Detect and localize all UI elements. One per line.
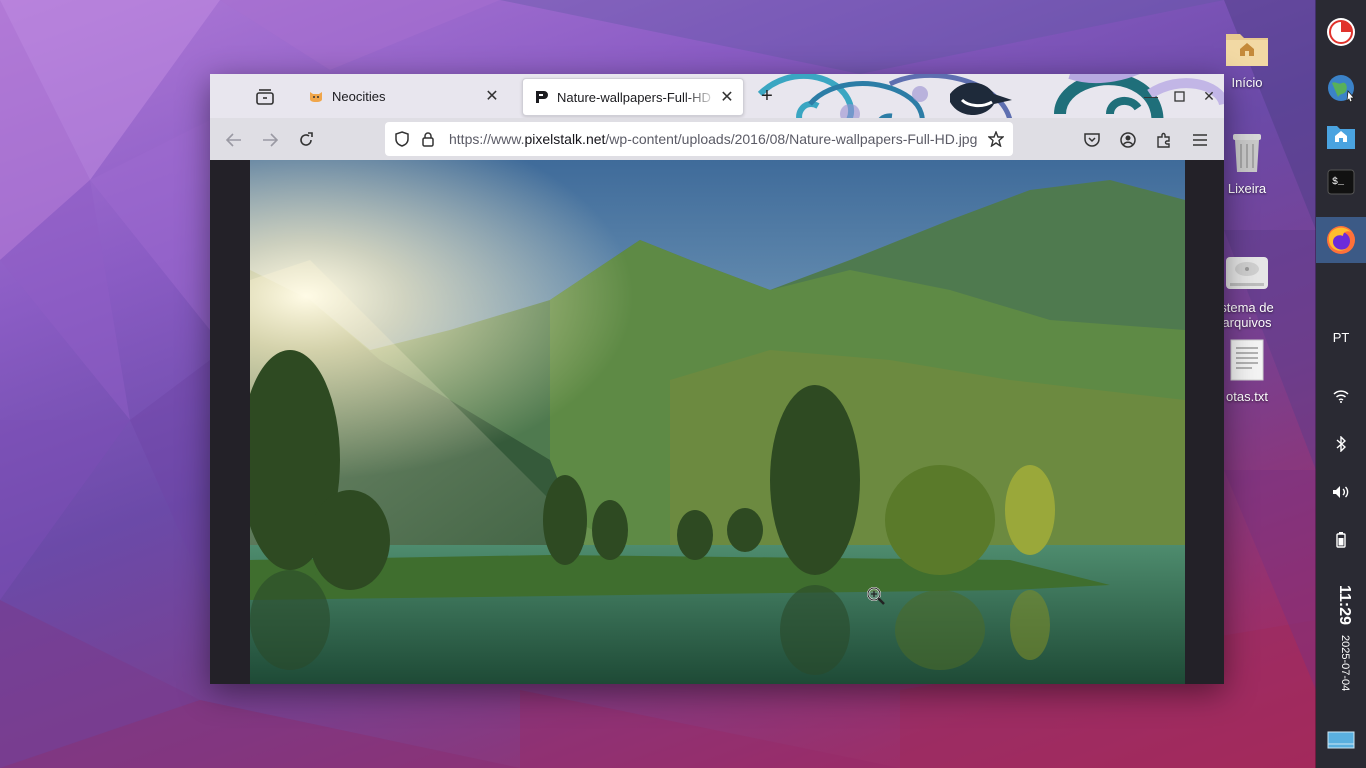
show-desktop-icon — [1327, 731, 1355, 749]
url-text: https://www.pixelstalk.net/wp-content/up… — [449, 131, 985, 147]
tracking-protection-shield-icon[interactable] — [391, 128, 413, 150]
wallpaper-image[interactable] — [250, 160, 1185, 684]
tab-nature-wallpapers[interactable]: Nature-wallpapers-Full-HD ✕ — [522, 78, 744, 116]
puzzle-piece-icon — [1157, 132, 1170, 148]
firefox-icon — [1327, 226, 1355, 254]
account-icon — [1120, 132, 1136, 148]
drive-icon — [1226, 257, 1268, 289]
dock-wifi[interactable] — [1316, 374, 1366, 418]
svg-text:$_: $_ — [1332, 176, 1345, 188]
forward-arrow-icon — [263, 133, 278, 147]
back-button[interactable] — [222, 128, 246, 152]
pocket-icon — [1084, 133, 1100, 147]
volume-icon — [1333, 486, 1349, 498]
home-folder-icon — [1327, 126, 1355, 149]
page-content — [210, 160, 1224, 684]
browser-window: Neocities ✕ Nature-wallpapers-Full-HD ✕ … — [210, 74, 1224, 684]
extensions-button[interactable] — [1152, 128, 1176, 152]
close-tab-icon[interactable]: ✕ — [482, 86, 502, 106]
dock-timer-app[interactable] — [1316, 10, 1366, 54]
dock-battery[interactable] — [1316, 518, 1366, 562]
menu-button[interactable] — [1188, 128, 1212, 152]
trash-icon — [1233, 134, 1261, 172]
zoom-in-cursor-icon — [867, 587, 885, 605]
forward-button[interactable] — [258, 128, 282, 152]
bluetooth-icon — [1336, 436, 1346, 452]
dock-bluetooth[interactable] — [1316, 422, 1366, 466]
pie-timer-icon — [1327, 18, 1355, 46]
close-tab-icon[interactable]: ✕ — [717, 87, 737, 107]
close-window-button[interactable]: ✕ — [1198, 85, 1220, 107]
tab-bar: Neocities ✕ Nature-wallpapers-Full-HD ✕ … — [210, 74, 1224, 118]
terminal-icon: $_ — [1327, 169, 1355, 195]
dock-firefox[interactable] — [1316, 217, 1366, 263]
maximize-button[interactable] — [1168, 85, 1190, 107]
url-prefix: https://www. — [449, 131, 525, 147]
dock-show-desktop[interactable] — [1316, 718, 1366, 762]
navigation-toolbar: https://www.pixelstalk.net/wp-content/up… — [210, 118, 1224, 160]
tab-title: Nature-wallpapers-Full-HD — [557, 89, 711, 105]
back-arrow-icon — [226, 133, 241, 147]
clock-date: 2025-07-04 — [1339, 635, 1351, 692]
hamburger-menu-icon — [1193, 134, 1207, 146]
reload-button[interactable] — [294, 128, 318, 152]
side-dock: $_ PT 11:29 2025-07-04 — [1316, 0, 1366, 768]
battery-icon — [1336, 532, 1346, 548]
home-folder-icon — [1226, 34, 1268, 66]
globe-icon — [1328, 75, 1355, 103]
new-tab-button[interactable]: + — [756, 85, 778, 107]
bookmark-star-icon[interactable] — [985, 128, 1007, 150]
account-button[interactable] — [1116, 128, 1140, 152]
keyboard-language-indicator[interactable]: PT — [1316, 330, 1366, 345]
list-all-tabs-button[interactable] — [254, 86, 276, 108]
clock-time: 11:29 — [1336, 585, 1353, 626]
address-bar[interactable]: https://www.pixelstalk.net/wp-content/up… — [385, 122, 1013, 156]
maximize-icon — [1173, 90, 1185, 102]
minimize-button[interactable]: — — [1140, 85, 1162, 107]
reload-icon — [300, 132, 313, 146]
dock-terminal[interactable]: $_ — [1316, 160, 1366, 204]
url-domain: pixelstalk.net — [524, 131, 606, 147]
dock-file-manager[interactable] — [1316, 114, 1366, 158]
tab-neocities[interactable]: Neocities ✕ — [298, 78, 508, 114]
neocities-cat-icon — [308, 88, 324, 104]
pocket-button[interactable] — [1080, 128, 1104, 152]
tab-list-icon — [256, 89, 274, 105]
dock-browser-globe[interactable] — [1316, 66, 1366, 110]
text-file-icon — [1230, 339, 1264, 381]
url-path: /wp-content/uploads/2016/08/Nature-wallp… — [605, 131, 978, 147]
pixelstalk-icon — [533, 89, 549, 105]
dock-volume[interactable] — [1316, 470, 1366, 514]
lock-icon[interactable] — [417, 128, 439, 150]
wifi-icon — [1333, 390, 1349, 403]
tab-title: Neocities — [332, 88, 386, 104]
